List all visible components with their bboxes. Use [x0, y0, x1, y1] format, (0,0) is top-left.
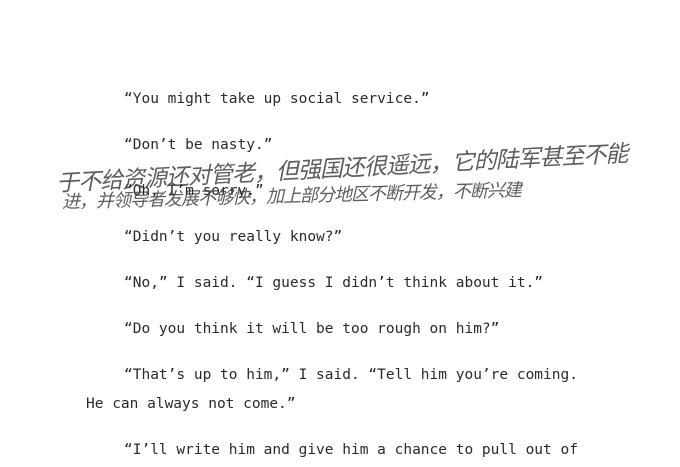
paragraph-line: “Don’t be nasty.”	[124, 137, 273, 153]
paragraph-line: “You might take up social service.”	[124, 91, 430, 107]
paragraph-line: “I’ll write him and give him a chance to…	[124, 442, 578, 458]
paragraph-line: “No,” I said. “I guess I didn’t think ab…	[124, 275, 544, 291]
paragraph-line: “That’s up to him,” I said. “Tell him yo…	[124, 367, 578, 383]
paragraph-line: “Do you think it will be too rough on hi…	[124, 321, 500, 337]
document-page: “You might take up social service.” “Don…	[0, 0, 680, 467]
paragraph-line: “Didn’t you really know?”	[124, 229, 343, 245]
paragraph-continuation-line: He can always not come.”	[86, 396, 296, 412]
